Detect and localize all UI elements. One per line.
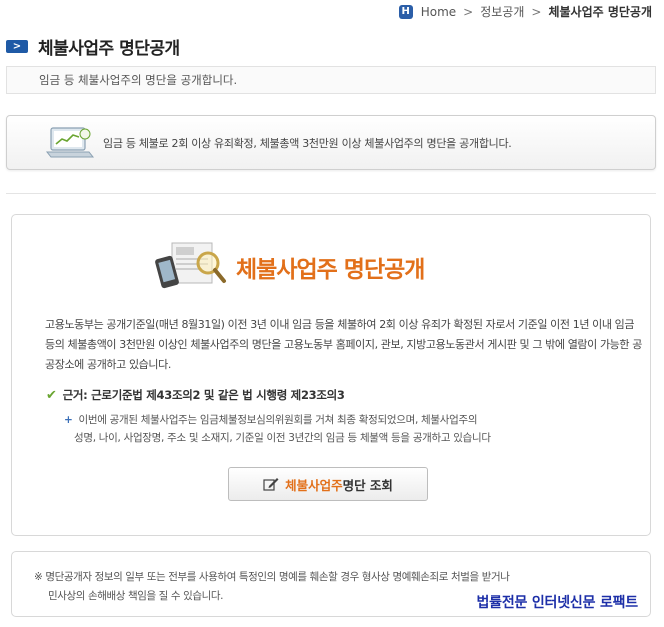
intro-text: 임금 등 체불사업주의 명단을 공개합니다. bbox=[39, 73, 238, 87]
edit-icon bbox=[263, 478, 279, 491]
check-icon: ✔ bbox=[46, 387, 57, 403]
page-title-row: > 체불사업주 명단공개 bbox=[6, 34, 180, 59]
legal-basis: ✔ 근거: 근로기준법 제43조의2 및 같은 법 시행령 제23조의3 bbox=[46, 387, 345, 403]
summary-box: 임금 등 체불로 2회 이상 유죄확정, 체불총액 3천만원 이상 체불사업주의… bbox=[6, 115, 656, 170]
footer-line-1: ※ 명단공개자 정보의 일부 또는 전부를 사용하여 특정인의 명예를 훼손할 … bbox=[34, 571, 510, 583]
breadcrumb-separator: > bbox=[531, 4, 542, 19]
page-title: 체불사업주 명단공개 bbox=[38, 39, 180, 59]
divider bbox=[6, 193, 656, 194]
breadcrumb-home[interactable]: Home bbox=[421, 5, 456, 19]
breadcrumb-section[interactable]: 정보공개 bbox=[480, 3, 524, 20]
button-label-accent: 체불사업주 bbox=[285, 477, 343, 493]
newspaper-magnifier-icon bbox=[155, 242, 226, 289]
hero: 체불사업주 명단공개 bbox=[152, 237, 425, 297]
button-label: 명단 조회 bbox=[342, 477, 393, 493]
note-line-1: 이번에 공개된 체불사업주는 임금체불정보심의위원회를 거쳐 최종 확정되었으며… bbox=[78, 414, 478, 426]
breadcrumb-current: 체불사업주 명단공개 bbox=[548, 5, 652, 19]
intro-box: 임금 등 체불사업주의 명단을 공개합니다. bbox=[6, 66, 656, 94]
view-list-button[interactable]: 체불사업주 명단 조회 bbox=[228, 467, 428, 501]
monitor-chart-icon bbox=[45, 126, 95, 157]
breadcrumb: H Home > 정보공개 > 체불사업주 명단공개 bbox=[398, 3, 652, 20]
watermark: 법률전문 인터넷신문 로팩트 bbox=[476, 595, 638, 611]
footer-notice: ※ 명단공개자 정보의 일부 또는 전부를 사용하여 특정인의 명예를 훼손할 … bbox=[11, 551, 651, 617]
main-panel: 체불사업주 명단공개 고용노동부는 공개기준일(매년 8월31일) 이전 3년 … bbox=[11, 214, 651, 536]
note: + 이번에 공개된 체불사업주는 임금체불정보심의위원회를 거쳐 최종 확정되었으… bbox=[64, 411, 624, 447]
description: 고용노동부는 공개기준일(매년 8월31일) 이전 3년 이내 임금 등을 체불… bbox=[45, 318, 642, 371]
home-icon[interactable]: H bbox=[398, 4, 413, 19]
breadcrumb-separator: > bbox=[463, 4, 474, 19]
plus-icon: + bbox=[64, 414, 73, 426]
title-bullet-icon: > bbox=[6, 40, 28, 53]
note-line-2: 성명, 나이, 사업장명, 주소 및 소재지, 기준일 이전 3년간의 임금 등… bbox=[74, 432, 491, 444]
hero-title: 체불사업주 명단공개 bbox=[236, 257, 425, 283]
legal-basis-text: 근거: 근로기준법 제43조의2 및 같은 법 시행령 제23조의3 bbox=[62, 388, 345, 402]
summary-text: 임금 등 체불로 2회 이상 유죄확정, 체불총액 3천만원 이상 체불사업주의… bbox=[103, 136, 512, 150]
